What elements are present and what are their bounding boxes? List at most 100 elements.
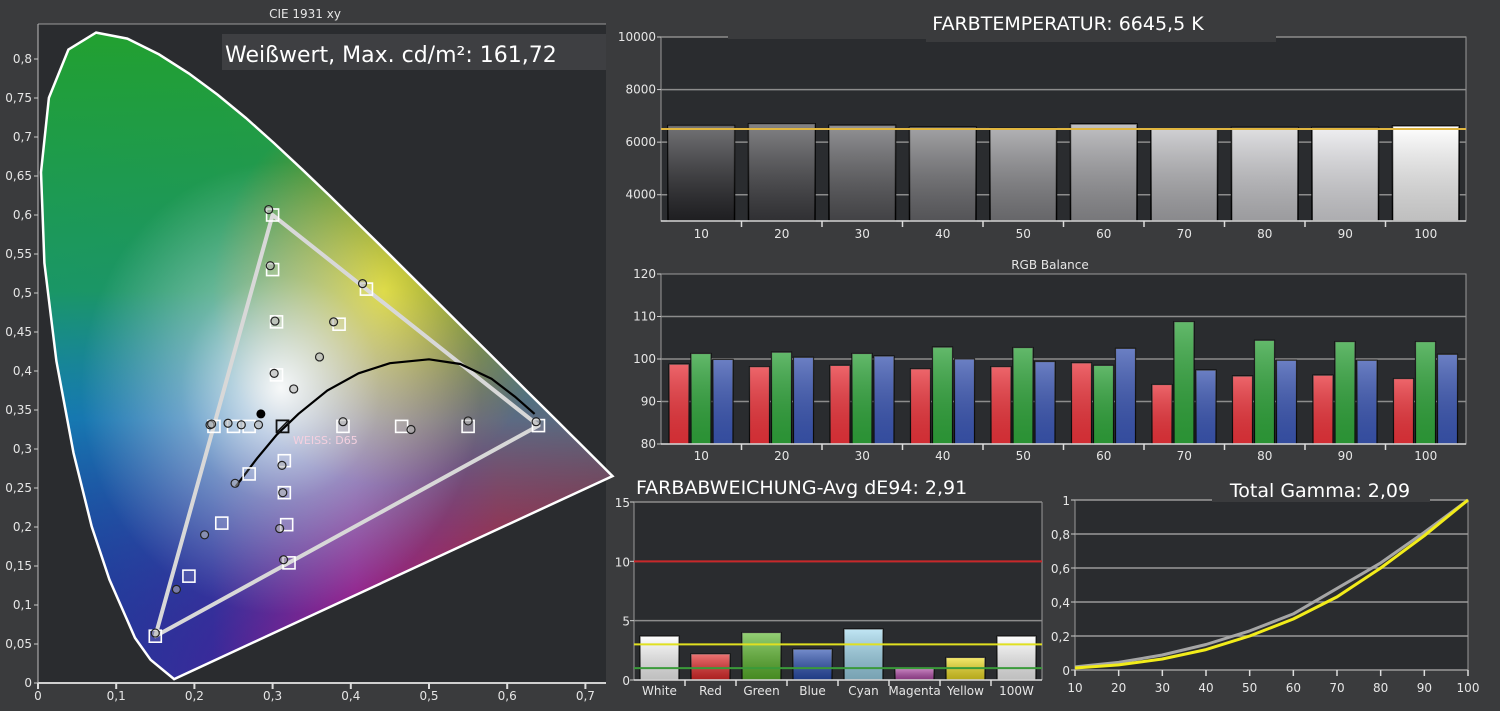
x-tick-label: 100W: [999, 684, 1034, 698]
calibration-report: CIE 1931 xy WEISS: D65 Weißwert, Max. cd…: [5, 7, 1479, 703]
rgb-bar-shade: [713, 359, 733, 444]
x-tick-label: 20: [1111, 681, 1126, 695]
x-tick-label: 0,1: [107, 689, 126, 703]
de-bar-shade: [742, 632, 781, 680]
x-tick-label: 0,6: [498, 689, 517, 703]
x-tick-label: 10: [1067, 681, 1082, 695]
measured-point: [275, 523, 285, 534]
measured-point: [264, 204, 274, 215]
x-tick-label: Blue: [799, 684, 826, 698]
rgb-bar-shade: [874, 356, 894, 444]
rgb-bar-shade: [771, 352, 792, 444]
x-tick-label: 0,7: [576, 689, 595, 703]
rgb-bar-shade: [691, 353, 711, 444]
y-tick-label: 0: [622, 674, 630, 688]
rgb-bar-shade: [852, 353, 872, 444]
x-tick-label: 30: [1155, 681, 1170, 695]
y-tick-label: 5: [622, 615, 630, 629]
rgb-bar-shade: [1232, 376, 1253, 444]
measured-white-point: [256, 409, 266, 419]
rgb-bar-shade: [1071, 362, 1092, 444]
x-tick-label: Green: [743, 684, 779, 698]
y-tick-label: 0,25: [5, 481, 32, 495]
rgb-bar-shade: [1174, 321, 1194, 444]
rgb-title: RGB Balance: [1011, 258, 1089, 272]
overlay-label: Weißwert, Max. cd/m²: 161,72: [225, 43, 557, 68]
rgb-bar-shade: [1013, 347, 1033, 444]
x-tick-label: 100: [1414, 449, 1437, 463]
x-tick-label: 90: [1338, 449, 1353, 463]
rgb-bar-shade: [1415, 341, 1436, 444]
rgb-bar-shade: [1393, 378, 1414, 444]
y-tick-label: 0,05: [5, 637, 32, 651]
y-tick-label: 8000: [625, 83, 656, 97]
delta-e-chart: 0 5 10 15 White Red Green Blue Cyan Magenta Yellow…: [615, 477, 1043, 698]
measured-point: [269, 368, 279, 378]
rgb-bar-shade: [1276, 360, 1297, 444]
x-tick-label: 90: [1417, 681, 1432, 695]
rgb-bar-shade: [932, 347, 953, 444]
x-tick-label: 0,2: [185, 689, 204, 703]
target-marker: [182, 569, 196, 583]
rgb-bar-shade: [954, 359, 975, 444]
cct-bar-shade: [829, 125, 896, 221]
de-title: FARBABWEICHUNG-Avg dE94: 2,91: [636, 477, 967, 499]
measured-point: [150, 628, 160, 638]
gamma-chart: 0 0,2 0,4 0,6 0,8 1 10 20 30 40 50 60 70 80 90 100 Tota…: [1051, 476, 1479, 695]
x-tick-label: 30: [855, 227, 870, 241]
rgb-bar-shade: [669, 364, 689, 444]
rgb-bar-shade: [1115, 348, 1136, 444]
de-bar-shade: [997, 636, 1036, 680]
rgb-bar-shade: [1313, 375, 1333, 444]
y-tick-label: 0: [1062, 664, 1070, 678]
x-tick-label: 90: [1338, 227, 1353, 241]
de-bar-shade: [691, 653, 730, 680]
cie-chart: CIE 1931 xy WEISS: D65 Weißwert, Max. cd…: [5, 7, 615, 703]
rgb-bar-shade: [1093, 365, 1114, 444]
measured-point: [171, 584, 182, 595]
y-tick-label: 0,5: [13, 286, 32, 300]
x-tick-label: 70: [1177, 227, 1192, 241]
y-tick-label: 0,7: [13, 130, 32, 144]
measured-point: [265, 261, 275, 271]
y-tick-label: 0,1: [13, 598, 32, 612]
y-tick-label: 90: [641, 395, 656, 409]
cct-bar-shade: [990, 128, 1057, 221]
measured-point: [223, 418, 233, 428]
measured-point: [277, 460, 287, 470]
measured-point: [278, 555, 289, 565]
y-tick-label: 10000: [618, 30, 656, 44]
y-tick-label: 0,8: [13, 52, 32, 66]
x-tick-label: 0: [34, 689, 42, 703]
cct-chart: 4000 6000 8000 10000 10 20 30 40 50 60 70 80 90 100 F…: [618, 13, 1467, 241]
measured-point: [357, 279, 368, 289]
y-tick-label: 0,15: [5, 559, 32, 573]
y-tick-label: 110: [633, 310, 656, 324]
rgb-bar-shade: [1357, 360, 1377, 444]
y-tick-label: 0,35: [5, 403, 32, 417]
x-tick-label: Yellow: [946, 684, 984, 698]
rgb-bar-shade: [1152, 384, 1172, 444]
x-tick-label: 40: [935, 449, 950, 463]
y-tick-label: 0,55: [5, 247, 32, 261]
white-point-label: WEISS: D65: [293, 434, 358, 447]
measured-point: [289, 384, 299, 394]
x-tick-label: 0,4: [341, 689, 360, 703]
x-tick-label: 40: [1198, 681, 1213, 695]
x-tick-label: 50: [1242, 681, 1257, 695]
cct-bar-shade: [1312, 127, 1379, 221]
rgb-bar-shade: [749, 366, 770, 444]
y-tick-label: 6000: [625, 135, 656, 149]
y-tick-label: 0,75: [5, 91, 32, 105]
rgb-bar-shade: [991, 366, 1011, 444]
y-tick-label: 0,8: [1051, 528, 1070, 542]
rgb-balance-chart: RGB Balance 80 90 100 110 120 10 20 30 40 50 60 70 8…: [633, 258, 1467, 463]
cct-bar-shade: [1151, 128, 1218, 221]
x-tick-label: 30: [855, 449, 870, 463]
x-tick-label: 50: [1016, 449, 1031, 463]
cie-title: CIE 1931 xy: [269, 7, 341, 21]
x-tick-label: 80: [1373, 681, 1388, 695]
y-tick-label: 0,6: [13, 208, 32, 222]
y-tick-label: 0,2: [13, 520, 32, 534]
y-tick-label: 0: [24, 676, 32, 690]
